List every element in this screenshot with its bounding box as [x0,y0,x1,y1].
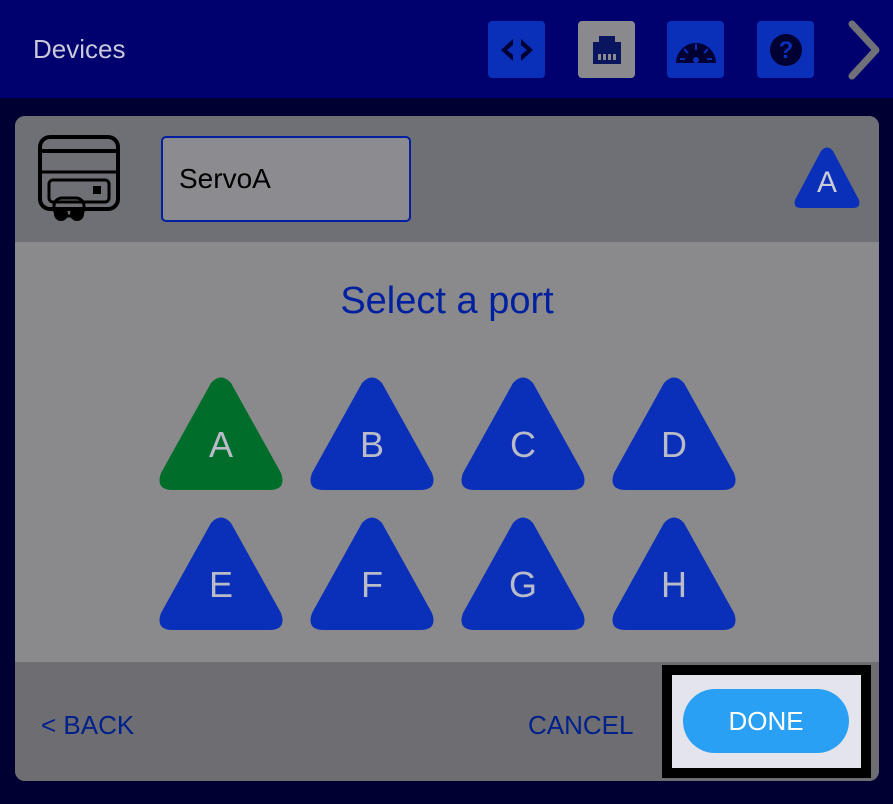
port-label: F [361,564,383,605]
port-c-button[interactable]: C [459,376,587,492]
chevron-right-icon[interactable] [838,18,888,82]
port-a-button[interactable]: A [157,376,285,492]
svg-text:?: ? [778,37,793,64]
current-port-label: A [816,166,837,199]
device-name-input[interactable] [161,136,411,222]
port-label: C [510,424,536,465]
port-h-button[interactable]: H [610,516,738,632]
port-f-button[interactable]: F [308,516,436,632]
port-label: G [508,564,537,605]
port-selector: Select a port A B C D E F G H [15,242,879,662]
footer-bar: < BACK CANCEL DONE [15,662,879,781]
done-highlight-frame: DONE [662,665,871,778]
help-icon: ? [769,33,802,66]
code-icon [500,38,533,61]
port-g-button[interactable]: G [459,516,587,632]
device-header: A [15,116,879,242]
port-label: D [661,424,687,465]
port-label: B [359,424,384,465]
dashboard-button[interactable] [667,21,724,78]
port-label: E [208,564,233,605]
port-b-button[interactable]: B [308,376,436,492]
port-e-button[interactable]: E [157,516,285,632]
page-title: Devices [33,34,126,64]
device-config-panel: A Select a port A B C D E F [15,116,879,781]
code-button[interactable] [488,21,545,78]
port-label: A [208,424,233,465]
select-port-title: Select a port [340,280,554,322]
servo-motor-icon [38,135,120,221]
ethernet-port-icon [592,35,621,64]
done-button[interactable]: DONE [683,689,849,753]
help-button[interactable]: ? [757,21,814,78]
port-label: H [661,564,687,605]
cancel-button[interactable]: CANCEL [528,710,633,741]
dashboard-gauge-icon [675,42,716,63]
ports-button[interactable] [578,21,635,78]
top-bar: Devices ? [0,0,893,98]
current-port-badge: A [793,146,861,210]
back-button[interactable]: < BACK [41,710,134,741]
port-d-button[interactable]: D [610,376,738,492]
